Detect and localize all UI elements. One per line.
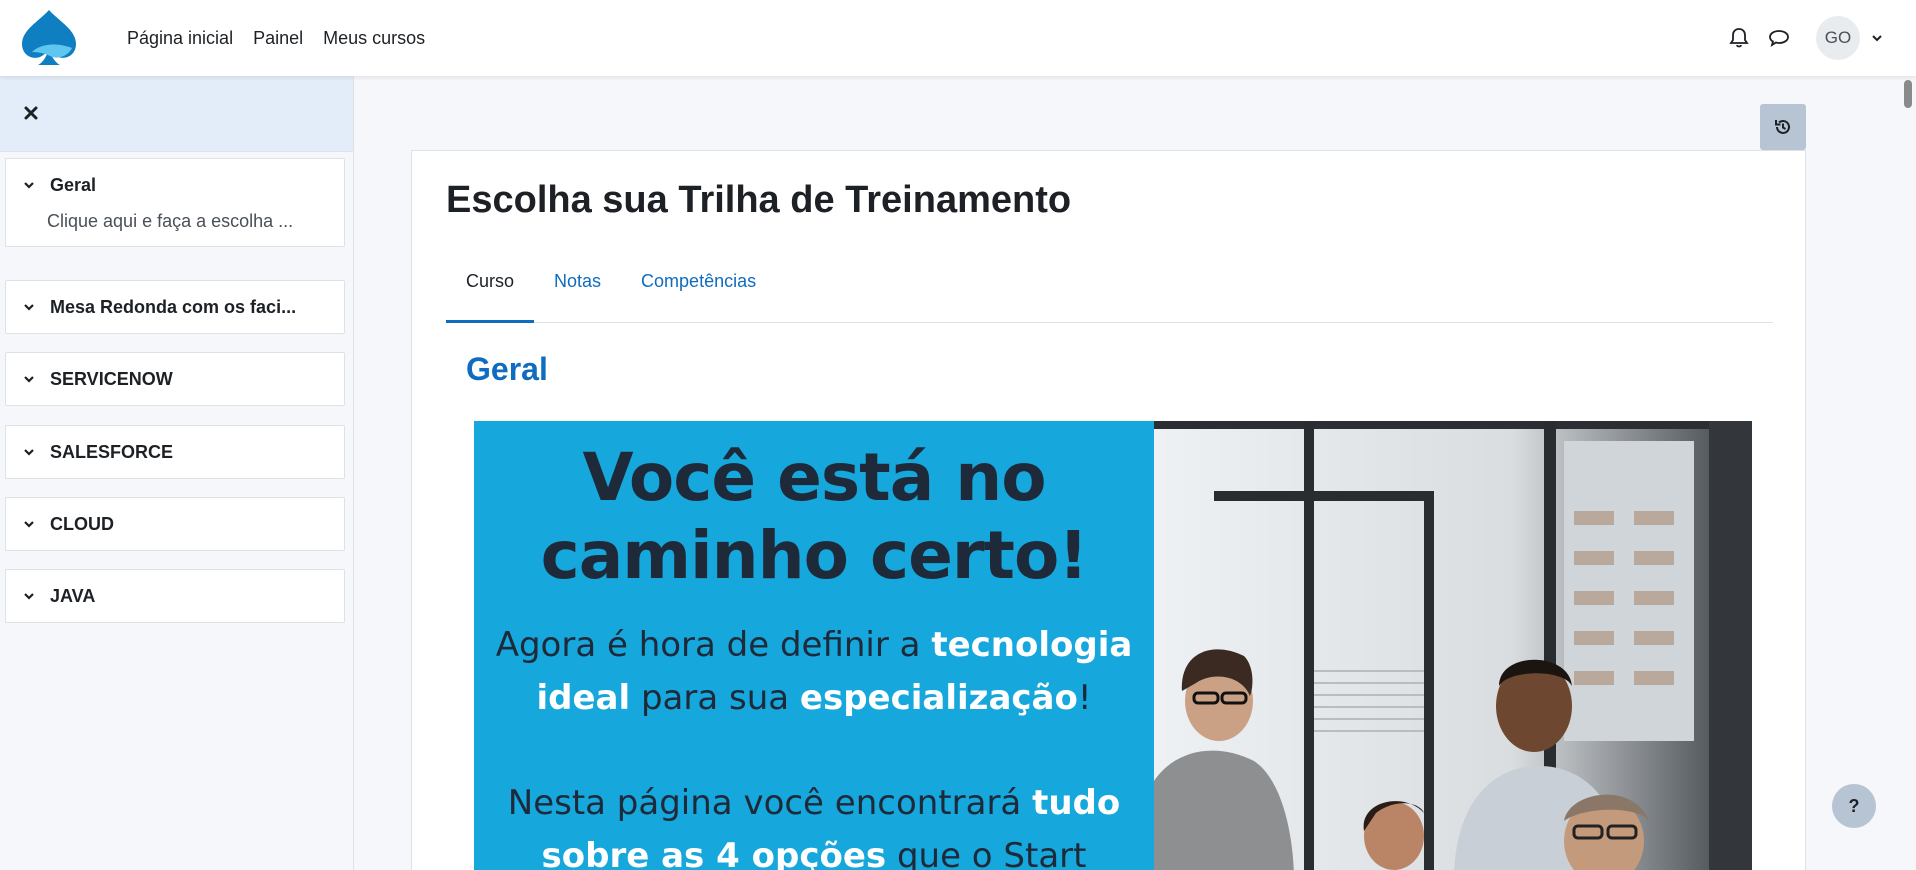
chevron-down-icon[interactable] (22, 517, 36, 531)
tab-notas[interactable]: Notas (534, 259, 621, 323)
banner-headline-line1: Você está no (582, 439, 1046, 516)
banner-headline-line2: caminho certo! (540, 517, 1089, 594)
history-icon (1775, 119, 1790, 134)
banner-text-highlight: sobre as 4 opções (541, 836, 887, 870)
course-section-geral: Geral Clique aqui e faça a escolha ... (5, 158, 345, 247)
banner-text-panel: Você está no caminho certo! Agora é hora… (474, 421, 1154, 870)
banner-text-highlight: ideal (536, 678, 631, 718)
course-section-servicenow: SERVICENOW (5, 352, 345, 406)
primary-navigation: Página inicial Painel Meus cursos (127, 0, 425, 76)
section-toggle[interactable]: JAVA (6, 570, 344, 622)
section-toggle[interactable]: SALESFORCE (6, 426, 344, 478)
chevron-down-icon[interactable] (22, 589, 36, 603)
activity-link[interactable]: Clique aqui e faça a escolha ... (6, 211, 344, 246)
banner-text: Nesta página você encontrará (507, 783, 1033, 823)
nav-link-my-courses[interactable]: Meus cursos (323, 28, 425, 49)
banner-text-highlight: especialização (799, 678, 1078, 718)
help-button[interactable]: ? (1832, 784, 1876, 828)
section-title[interactable]: SERVICENOW (50, 369, 173, 390)
section-title[interactable]: SALESFORCE (50, 442, 173, 463)
site-logo[interactable] (18, 8, 80, 66)
drawer-header (0, 76, 353, 152)
banner-text: para sua (630, 678, 800, 718)
course-banner-image: Você está no caminho certo! Agora é hora… (474, 421, 1752, 870)
chevron-down-icon[interactable] (1870, 31, 1884, 45)
notification-bell-icon[interactable] (1726, 25, 1752, 51)
tab-curso[interactable]: Curso (446, 259, 535, 323)
close-icon[interactable] (22, 104, 40, 122)
top-navbar: Página inicial Painel Meus cursos GO (0, 0, 1916, 76)
tab-competencias[interactable]: Competências (621, 259, 776, 323)
section-title[interactable]: JAVA (50, 586, 95, 607)
history-button[interactable] (1760, 104, 1806, 150)
banner-text: ! (1077, 678, 1092, 718)
nav-link-dashboard[interactable]: Painel (253, 28, 303, 49)
section-heading: Geral (466, 351, 548, 387)
chevron-down-icon[interactable] (22, 300, 36, 314)
course-section-salesforce: SALESFORCE (5, 425, 345, 479)
chevron-down-icon[interactable] (22, 372, 36, 386)
user-menu-area: GO (1726, 0, 1884, 76)
section-title[interactable]: CLOUD (50, 514, 114, 535)
course-section-java: JAVA (5, 569, 345, 623)
course-content-card: Escolha sua Trilha de Treinamento Curso … (411, 150, 1806, 870)
section-toggle[interactable]: Mesa Redonda com os faci... (6, 281, 344, 333)
course-section-cloud: CLOUD (5, 497, 345, 551)
course-index-drawer: Geral Clique aqui e faça a escolha ... M… (0, 76, 354, 870)
chevron-down-icon[interactable] (22, 178, 36, 192)
page-title: Escolha sua Trilha de Treinamento (446, 179, 1072, 221)
banner-paragraph-1: Agora é hora de definir a tecnologia ide… (474, 619, 1154, 725)
nav-link-home[interactable]: Página inicial (127, 28, 233, 49)
banner-text: Agora é hora de definir a (495, 625, 932, 665)
banner-text-highlight: tecnologia (931, 625, 1133, 665)
banner-headline: Você está no caminho certo! (474, 439, 1154, 595)
banner-text-highlight: tudo (1032, 783, 1121, 823)
course-tabs: Curso Notas Competências (446, 259, 1773, 323)
banner-text: que o Start (886, 836, 1087, 870)
section-toggle[interactable]: CLOUD (6, 498, 344, 550)
chevron-down-icon[interactable] (22, 445, 36, 459)
banner-paragraph-2: Nesta página você encontrará tudo sobre … (474, 777, 1154, 870)
section-toggle[interactable]: Geral (6, 159, 344, 211)
page-scrollbar[interactable] (1904, 80, 1912, 108)
section-toggle[interactable]: SERVICENOW (6, 353, 344, 405)
avatar[interactable]: GO (1816, 16, 1860, 60)
section-title[interactable]: Geral (50, 175, 96, 196)
course-section-mesa-redonda: Mesa Redonda com os faci... (5, 280, 345, 334)
messages-icon[interactable] (1766, 25, 1792, 51)
section-title[interactable]: Mesa Redonda com os faci... (50, 297, 296, 318)
banner-photo (1154, 421, 1752, 870)
